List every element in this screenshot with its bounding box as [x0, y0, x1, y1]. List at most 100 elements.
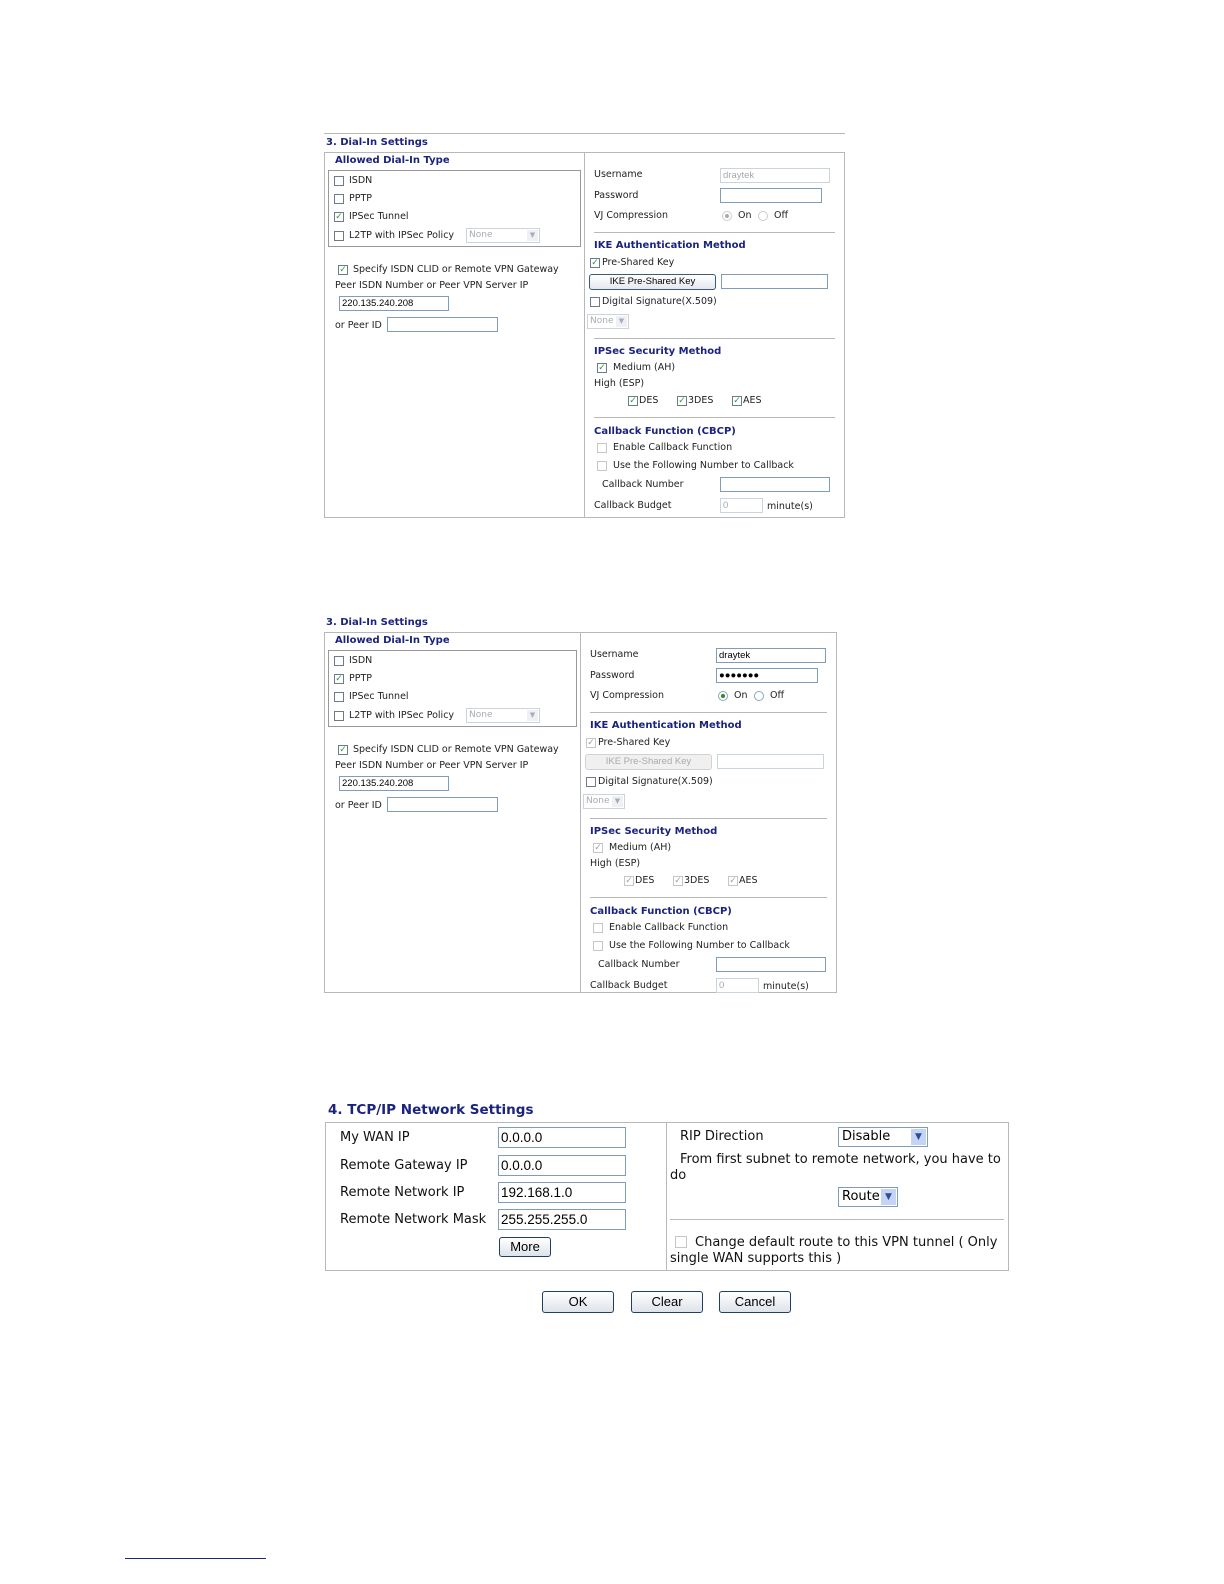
peer-id-input[interactable]: [387, 317, 498, 332]
username-input[interactable]: draytek: [716, 648, 826, 663]
default-route-label: Change default route to this VPN tunnel …: [670, 1235, 998, 1266]
digital-signature-checkbox[interactable]: [586, 777, 596, 787]
enable-callback-label: Enable Callback Function: [613, 442, 733, 453]
password-input[interactable]: ●●●●●●●: [716, 668, 818, 683]
esp-checkbox[interactable]: ✓: [732, 396, 742, 406]
ok-button[interactable]: OK: [542, 1291, 614, 1313]
esp-label: AES: [743, 395, 762, 406]
pre-shared-key-input[interactable]: [717, 754, 824, 769]
l2tp-policy-select[interactable]: None ▼: [466, 708, 540, 723]
clear-button[interactable]: Clear: [631, 1291, 703, 1313]
vj-off-radio[interactable]: [758, 211, 768, 221]
ike-pre-shared-key-button[interactable]: IKE Pre-Shared Key: [589, 274, 716, 290]
vj-on-radio[interactable]: [718, 691, 728, 701]
remote-gateway-ip-input[interactable]: 0.0.0.0: [498, 1155, 626, 1176]
high-esp-label: High (ESP): [594, 378, 645, 389]
enable-callback-checkbox[interactable]: [597, 443, 607, 453]
footnote-rule: [125, 1558, 266, 1559]
dial-in-type-checkbox[interactable]: [334, 176, 344, 186]
pre-shared-key-checkbox[interactable]: ✓: [590, 258, 600, 268]
specify-gateway-checkbox[interactable]: ✓: [338, 745, 348, 755]
vj-off-radio[interactable]: [754, 691, 764, 701]
password-input[interactable]: [720, 188, 822, 203]
rip-direction-label: RIP Direction: [680, 1129, 764, 1144]
digital-signature-checkbox[interactable]: [590, 297, 600, 307]
dial-in-type-checkbox[interactable]: [334, 711, 344, 721]
route-select[interactable]: Route ▼: [838, 1187, 898, 1207]
digital-signature-select[interactable]: None ▼: [587, 314, 629, 329]
specify-gateway-label: Specify ISDN CLID or Remote VPN Gateway: [353, 264, 559, 275]
more-button[interactable]: More: [499, 1237, 551, 1257]
esp-label: DES: [635, 875, 655, 886]
password-label: Password: [590, 670, 635, 681]
esp-checkbox[interactable]: ✓: [628, 396, 638, 406]
callback-number-input[interactable]: [720, 477, 830, 492]
dial-in-type-checkbox[interactable]: ✓: [334, 674, 344, 684]
callback-budget-unit: minute(s): [767, 501, 813, 512]
medium-ah-label: Medium (AH): [613, 362, 676, 373]
callback-budget-input[interactable]: 0: [716, 978, 759, 993]
rip-direction-value: Disable: [842, 1129, 891, 1144]
dial-in-type-label: L2TP with IPSec Policy: [349, 230, 455, 241]
vj-compression-label: VJ Compression: [594, 210, 668, 221]
callback-number-input[interactable]: [716, 957, 826, 972]
peer-ip-label: Peer ISDN Number or Peer VPN Server IP: [335, 760, 529, 771]
pre-shared-key-input[interactable]: [721, 274, 828, 289]
vj-on-radio[interactable]: [722, 211, 732, 221]
dial-in-type-label: PPTP: [349, 673, 372, 684]
subnet-text: From first subnet to remote network, you…: [670, 1152, 1001, 1183]
username-label: Username: [594, 169, 643, 180]
chevron-down-icon: ▼: [881, 1189, 896, 1205]
vj-compression-label: VJ Compression: [590, 690, 664, 701]
chevron-down-icon: ▼: [527, 710, 538, 721]
chevron-down-icon: ▼: [527, 230, 538, 241]
column-divider: [580, 632, 581, 993]
peer-ip-input[interactable]: 220.135.240.208: [339, 296, 449, 311]
specify-gateway-checkbox[interactable]: ✓: [338, 265, 348, 275]
dial-in-type-checkbox[interactable]: [334, 231, 344, 241]
vj-on-label: On: [738, 210, 752, 221]
username-label: Username: [590, 649, 639, 660]
rip-direction-select[interactable]: Disable ▼: [838, 1127, 928, 1147]
my-wan-ip-input[interactable]: 0.0.0.0: [498, 1127, 626, 1148]
divider: [590, 897, 827, 898]
peer-id-input[interactable]: [387, 797, 498, 812]
pre-shared-key-checkbox[interactable]: ✓: [586, 738, 596, 748]
specify-gateway-label: Specify ISDN CLID or Remote VPN Gateway: [353, 744, 559, 755]
peer-ip-input[interactable]: 220.135.240.208: [339, 776, 449, 791]
remote-network-ip-label: Remote Network IP: [340, 1185, 465, 1200]
remote-network-mask-label: Remote Network Mask: [340, 1212, 487, 1227]
medium-ah-checkbox[interactable]: ✓: [593, 843, 603, 853]
esp-checkbox[interactable]: ✓: [728, 876, 738, 886]
esp-checkbox[interactable]: ✓: [673, 876, 683, 886]
digital-signature-select[interactable]: None ▼: [583, 794, 625, 809]
l2tp-policy-select[interactable]: None ▼: [466, 228, 540, 243]
callback-budget-label: Callback Budget: [590, 980, 668, 991]
peer-ip-label: Peer ISDN Number or Peer VPN Server IP: [335, 280, 529, 291]
select-value: None: [469, 230, 493, 240]
divider: [590, 712, 827, 713]
high-esp-label: High (ESP): [590, 858, 641, 869]
digital-signature-label: Digital Signature(X.509): [598, 776, 713, 787]
username-input[interactable]: draytek: [720, 168, 830, 183]
remote-network-mask-input[interactable]: 255.255.255.0: [498, 1209, 626, 1230]
use-number-label: Use the Following Number to Callback: [613, 460, 794, 471]
dial-in-type-checkbox[interactable]: [334, 692, 344, 702]
remote-network-ip-input[interactable]: 192.168.1.0: [498, 1182, 626, 1203]
enable-callback-checkbox[interactable]: [593, 923, 603, 933]
cancel-button[interactable]: Cancel: [719, 1291, 791, 1313]
use-number-checkbox[interactable]: [593, 941, 603, 951]
medium-ah-checkbox[interactable]: ✓: [597, 363, 607, 373]
dial-in-type-checkbox[interactable]: [334, 656, 344, 666]
chevron-down-icon: ▼: [616, 316, 627, 327]
dial-in-type-checkbox[interactable]: ✓: [334, 212, 344, 222]
callback-title: Callback Function (CBCP): [590, 906, 732, 917]
ike-title: IKE Authentication Method: [590, 720, 742, 731]
callback-budget-input[interactable]: 0: [720, 498, 763, 513]
callback-title: Callback Function (CBCP): [594, 426, 736, 437]
dial-in-type-checkbox[interactable]: [334, 194, 344, 204]
use-number-checkbox[interactable]: [597, 461, 607, 471]
ike-pre-shared-key-button[interactable]: IKE Pre-Shared Key: [585, 754, 712, 770]
esp-checkbox[interactable]: ✓: [677, 396, 687, 406]
esp-checkbox[interactable]: ✓: [624, 876, 634, 886]
